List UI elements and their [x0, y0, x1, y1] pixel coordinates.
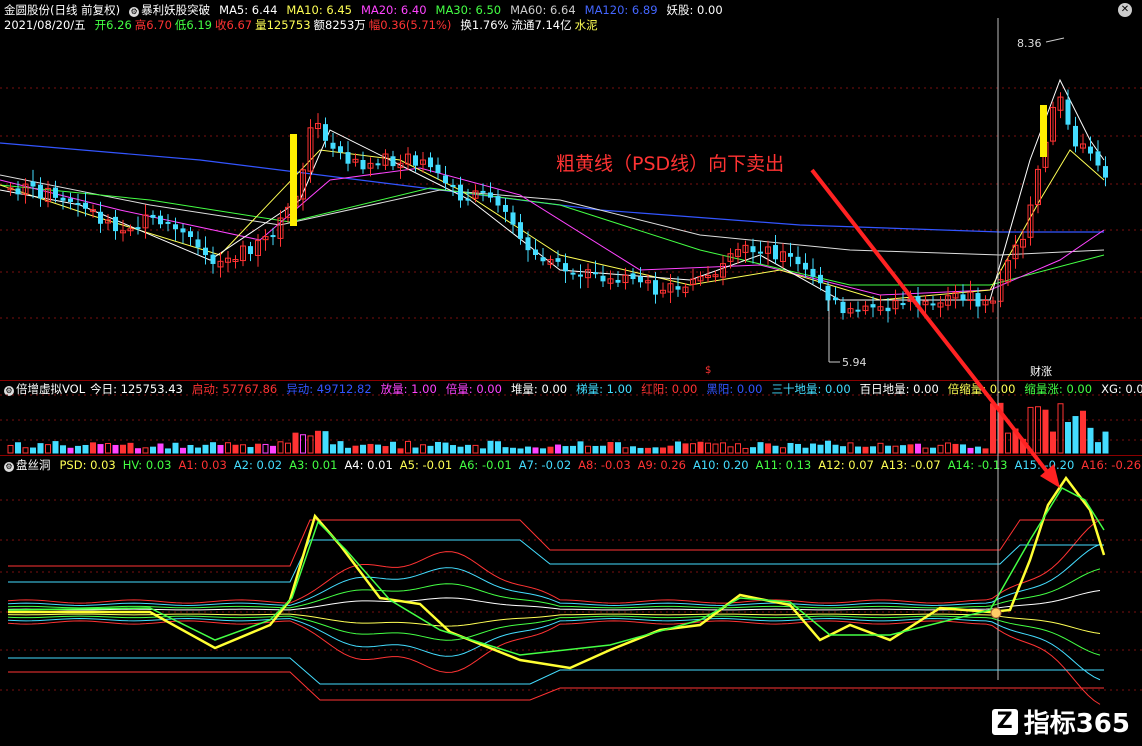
psd-value-4: A3: 0.01 [289, 458, 338, 472]
gear-icon[interactable]: ⚙ [4, 462, 14, 472]
psd-value-17: A16: -0.26 [1081, 458, 1142, 472]
psd-value-10: A9: 0.26 [637, 458, 686, 472]
psd-value-1: HV: 0.03 [122, 458, 172, 472]
quote-date: 2021/08/20/五 [4, 18, 86, 32]
psd-name[interactable]: ⚙ 盘丝洞 [4, 458, 51, 472]
indicator-name[interactable]: ⚙ 暴利妖股突破 [129, 3, 210, 17]
gear-icon[interactable]: ⚙ [4, 386, 14, 396]
brand-text: 指标365 [1023, 709, 1130, 739]
volume-name[interactable]: ⚙ 倍增虚拟VOL [4, 382, 85, 396]
psd-value-0: PSD: 0.03 [59, 458, 116, 472]
psd-value-13: A12: 0.07 [818, 458, 874, 472]
volume-header: ⚙ 倍增虚拟VOL 今日: 125753.43 启动: 57767.86 异动: 49… [4, 382, 1142, 396]
volume-value-3: 放量: 1.00 [380, 382, 437, 396]
volume-value-8: 黑阳: 0.00 [706, 382, 763, 396]
psd-value-11: A10: 0.20 [692, 458, 749, 472]
psd-value-8: A7: -0.02 [518, 458, 572, 472]
quote-line: 2021/08/20/五 开6.26 高6.70 低6.19 收6.67 量12… [4, 18, 598, 32]
quote-close: 收6.67 [215, 18, 253, 32]
psd-panel[interactable]: ⚙ 盘丝洞 PSD: 0.03 HV: 0.03 A1: 0.03 A2: 0.02 A3… [0, 455, 1142, 746]
quote-float: 流通7.14亿 [511, 18, 572, 32]
kline-panel[interactable]: 金圆股份(日线 前复权) ⚙ 暴利妖股突破 MA5: 6.44 MA10: 6.45… [0, 0, 1142, 380]
quote-turnover: 换1.76% [460, 18, 509, 32]
ma-value-0: MA5: 6.44 [219, 3, 278, 17]
stock-title: 金圆股份(日线 前复权) [4, 3, 121, 17]
psd-value-14: A13: -0.07 [880, 458, 941, 472]
quote-amount: 额8253万 [313, 18, 366, 32]
psd-value-7: A6: -0.01 [459, 458, 512, 472]
volume-value-6: 梯量: 1.00 [576, 382, 633, 396]
volume-value-0: 今日: 125753.43 [90, 382, 183, 396]
psd-values: PSD: 0.03 HV: 0.03 A1: 0.03 A2: 0.02 A3: 0.0… [60, 458, 1142, 472]
ma-value-1: MA10: 6.45 [286, 3, 352, 17]
quote-vol: 量125753 [255, 18, 311, 32]
psd-value-9: A8: -0.03 [578, 458, 631, 472]
quote-high: 高6.70 [134, 18, 172, 32]
volume-value-10: 百日地量: 0.00 [859, 382, 939, 396]
volume-value-11: 倍缩量: 0.00 [947, 382, 1016, 396]
ma-value-4: MA60: 6.64 [510, 3, 576, 17]
psd-value-15: A14: -0.13 [947, 458, 1008, 472]
quote-sector: 水泥 [574, 18, 598, 32]
brand-mark-icon: Z [991, 708, 1018, 735]
psd-value-3: A2: 0.02 [233, 458, 283, 472]
ma-values: MA5: 6.44 MA10: 6.45 MA20: 6.40 MA30: 6.50 M… [219, 3, 723, 17]
watermark-logo: Z 指标365 [991, 703, 1130, 740]
volume-value-12: 缩量涨: 0.00 [1024, 382, 1093, 396]
close-icon[interactable]: ✕ [1118, 3, 1132, 17]
quote-change: 幅0.36(5.71%) [368, 18, 452, 32]
volume-value-5: 堆量: 0.00 [510, 382, 568, 396]
psd-value-12: A11: 0.13 [755, 458, 812, 472]
volume-value-1: 启动: 57767.86 [191, 382, 278, 396]
quote-open: 开6.26 [94, 18, 132, 32]
volume-value-9: 三十地量: 0.00 [771, 382, 851, 396]
ma-value-2: MA20: 6.40 [360, 3, 427, 17]
quote-low: 低6.19 [174, 18, 212, 32]
volume-values: 今日: 125753.43 启动: 57767.86 异动: 49712.82 放量:… [90, 382, 1142, 396]
volume-value-2: 异动: 49712.82 [286, 382, 372, 396]
volume-value-13: XG: 0.00 [1101, 382, 1142, 396]
gear-icon[interactable]: ⚙ [129, 7, 140, 17]
ma-value-5: MA120: 6.89 [584, 3, 658, 17]
volume-value-7: 红阳: 0.00 [641, 382, 698, 396]
psd-value-5: A4: 0.01 [344, 458, 393, 472]
psd-value-2: A1: 0.03 [178, 458, 227, 472]
volume-panel[interactable]: ⚙ 倍增虚拟VOL 今日: 125753.43 启动: 57767.86 异动: 49… [0, 380, 1142, 455]
ma-value-3: MA30: 6.50 [435, 3, 502, 17]
ma-value-6: 妖股: 0.00 [666, 3, 723, 17]
header-line: 金圆股份(日线 前复权) ⚙ 暴利妖股突破 MA5: 6.44 MA10: 6.45… [4, 3, 723, 17]
psd-value-6: A5: -0.01 [399, 458, 453, 472]
volume-value-4: 倍量: 0.00 [445, 382, 502, 396]
psd-value-16: A15: -0.20 [1014, 458, 1075, 472]
psd-header: ⚙ 盘丝洞 PSD: 0.03 HV: 0.03 A1: 0.03 A2: 0.02 A3… [4, 458, 1142, 472]
